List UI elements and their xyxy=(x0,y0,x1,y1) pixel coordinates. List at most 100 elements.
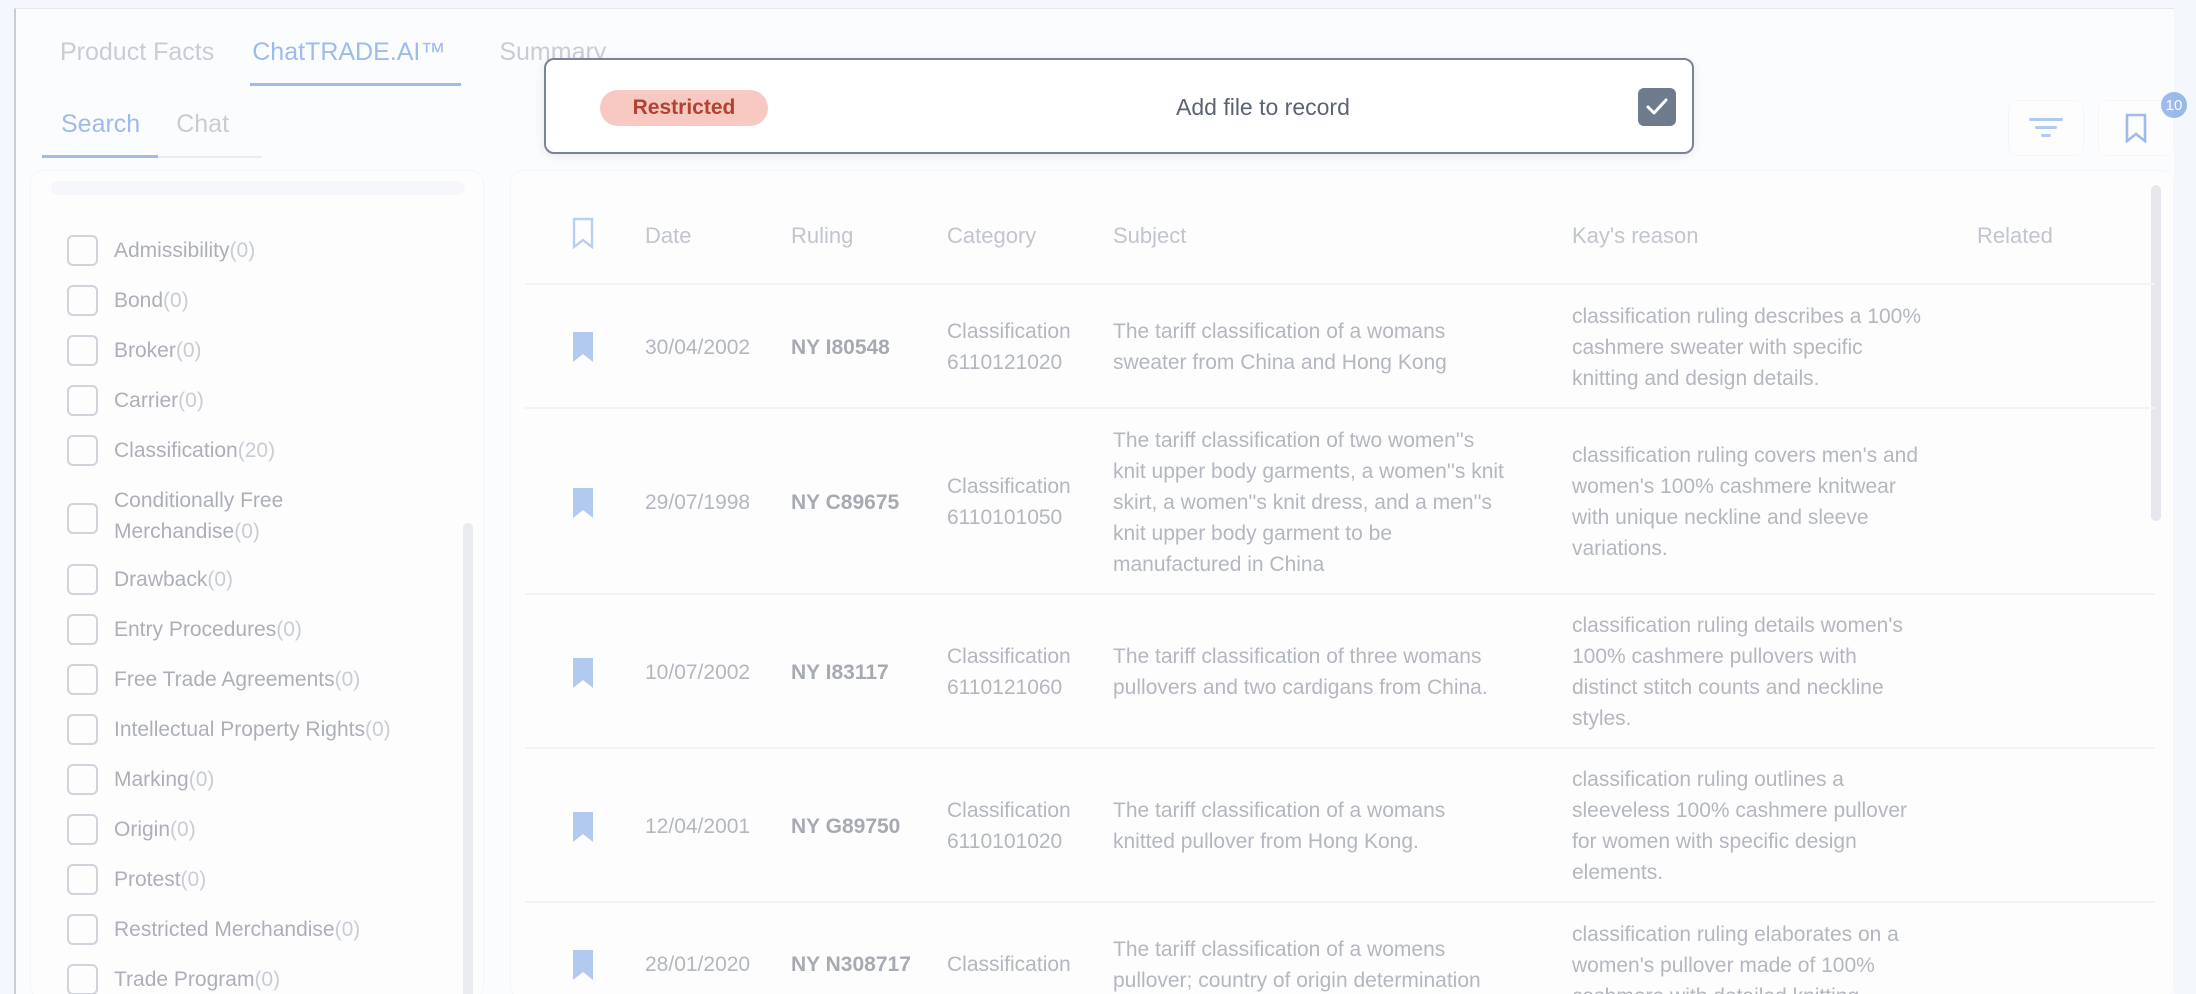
filter-checkbox[interactable] xyxy=(67,764,98,795)
subject-line: pullover; country of origin determinatio… xyxy=(1113,969,1481,992)
filter-item-ip-rights[interactable]: Intellectual Property Rights(0) xyxy=(67,714,457,747)
bookmark-filled-icon[interactable] xyxy=(571,949,595,981)
column-subject[interactable]: Subject xyxy=(1113,223,1186,249)
cell-ruling[interactable]: NY N308717 xyxy=(791,949,911,980)
tab-chattrade-ai[interactable]: ChatTRADE.AI™ xyxy=(250,34,462,86)
reason-line: distinct stitch counts and neckline xyxy=(1572,676,1884,699)
filter-checkbox[interactable] xyxy=(67,864,98,895)
bookmark-filled-icon[interactable] xyxy=(571,657,595,689)
bookmark-outline-icon[interactable] xyxy=(571,217,595,249)
filter-item-drawback[interactable]: Drawback(0) xyxy=(67,564,457,597)
reason-line: women's 100% cashmere knitwear xyxy=(1572,475,1896,498)
table-header: Date Ruling Category Subject Kay's reaso… xyxy=(525,171,2155,285)
column-reason[interactable]: Kay's reason xyxy=(1572,223,1699,249)
restricted-badge: Restricted xyxy=(600,90,768,126)
filter-item-conditionally-free[interactable]: Conditionally Free Merchandise(0) xyxy=(67,485,457,547)
cell-ruling[interactable]: NY I80548 xyxy=(791,332,890,363)
filter-checkbox[interactable] xyxy=(67,503,98,534)
reason-line: classification ruling covers men's and xyxy=(1572,444,1918,467)
filter-count: (0) xyxy=(254,968,281,991)
filter-checkbox[interactable] xyxy=(67,385,98,416)
filter-item-entry-procedures[interactable]: Entry Procedures(0) xyxy=(67,614,457,647)
filter-item-protest[interactable]: Protest(0) xyxy=(67,864,457,897)
subject-line: knit upper body garments, a women''s kni… xyxy=(1113,460,1504,483)
category-name: Classification xyxy=(947,320,1071,343)
cell-subject: The tariff classification of three woman… xyxy=(1113,641,1488,703)
bookmark-filled-icon[interactable] xyxy=(571,331,595,363)
filter-count: (0) xyxy=(163,289,189,312)
filter-item-admissibility[interactable]: Admissibility(0) xyxy=(67,235,457,268)
filter-item-classification[interactable]: Classification(20) xyxy=(67,435,457,468)
category-name: Classification xyxy=(947,475,1071,498)
subject-line: sweater from China and Hong Kong xyxy=(1113,351,1447,374)
filter-scrollbar[interactable] xyxy=(463,523,473,994)
category-code: 6110101020 xyxy=(947,830,1063,853)
cell-ruling[interactable]: NY I83117 xyxy=(791,657,889,688)
tab-product-facts[interactable]: Product Facts xyxy=(60,34,214,86)
table-row[interactable]: 10/07/2002 NY I83117 Classification 61101… xyxy=(525,595,2155,749)
column-ruling[interactable]: Ruling xyxy=(791,223,853,249)
cell-ruling[interactable]: NY C89675 xyxy=(791,487,899,518)
filter-label: Trade Program xyxy=(114,968,255,991)
tab-search[interactable]: Search xyxy=(42,106,159,158)
table-row[interactable]: 28/01/2020 NY N308717 Classification The… xyxy=(525,903,2155,994)
table-row[interactable]: 29/07/1998 NY C89675 Classification 61101… xyxy=(525,409,2155,595)
filter-checkbox[interactable] xyxy=(67,285,98,316)
filter-label: Admissibility xyxy=(114,239,230,262)
cell-date: 12/04/2001 xyxy=(645,815,751,838)
bookmark-filled-icon[interactable] xyxy=(571,487,595,519)
reason-line: classification ruling elaborates on a xyxy=(1572,923,1899,946)
filter-item-bond[interactable]: Bond(0) xyxy=(67,285,457,318)
cell-category: Classification 6110101020 xyxy=(947,795,1071,857)
filter-label: Restricted Merchandise xyxy=(114,918,335,941)
cell-subject: The tariff classification of two women''… xyxy=(1113,425,1504,580)
filter-checkbox[interactable] xyxy=(67,914,98,945)
table-row[interactable]: 12/04/2001 NY G89750 Classification 61101… xyxy=(525,749,2155,903)
filter-count: (0) xyxy=(276,618,302,641)
filter-count: (0) xyxy=(188,768,215,791)
filter-button[interactable] xyxy=(2008,100,2084,156)
filter-label: Free Trade Agreements xyxy=(114,668,335,691)
filter-item-origin[interactable]: Origin(0) xyxy=(67,814,457,847)
cell-ruling[interactable]: NY G89750 xyxy=(791,811,900,842)
subject-line: skirt, a women''s knit dress, and a men'… xyxy=(1113,491,1493,514)
column-related[interactable]: Related xyxy=(1977,223,2053,249)
filter-label: Broker xyxy=(114,339,176,362)
subject-line: knitted pullover from Hong Kong. xyxy=(1113,830,1419,853)
bookmark-filled-icon[interactable] xyxy=(571,811,595,843)
add-file-checkbox[interactable] xyxy=(1638,88,1676,126)
filter-item-restricted-merchandise[interactable]: Restricted Merchandise(0) xyxy=(67,914,457,947)
filter-checkbox[interactable] xyxy=(67,964,98,994)
filter-count: (20) xyxy=(237,439,276,462)
column-date[interactable]: Date xyxy=(645,223,691,249)
filter-item-broker[interactable]: Broker(0) xyxy=(67,335,457,368)
filter-checkbox[interactable] xyxy=(67,564,98,595)
subject-line: pullovers and two cardigans from China. xyxy=(1113,676,1488,699)
filter-item-free-trade[interactable]: Free Trade Agreements(0) xyxy=(67,664,457,697)
filter-checkbox[interactable] xyxy=(67,814,98,845)
filter-item-carrier[interactable]: Carrier(0) xyxy=(67,385,457,418)
filter-checkbox[interactable] xyxy=(67,714,98,745)
bookmark-icon xyxy=(2125,113,2147,143)
tab-chat[interactable]: Chat xyxy=(158,106,247,156)
filter-checkbox[interactable] xyxy=(67,614,98,645)
table-row[interactable]: 30/04/2002 NY I80548 Classification 61101… xyxy=(525,285,2155,409)
reason-line: with unique neckline and sleeve xyxy=(1572,506,1869,529)
filter-checkbox[interactable] xyxy=(67,235,98,266)
filter-checkbox[interactable] xyxy=(67,335,98,366)
cell-reason: classification ruling elaborates on a wom… xyxy=(1572,919,1899,994)
reason-line: for women with specific design xyxy=(1572,830,1857,853)
cell-category: Classification xyxy=(947,949,1071,980)
cell-date: 10/07/2002 xyxy=(645,661,751,684)
subject-line: knit upper body garment to be xyxy=(1113,522,1393,545)
filter-checkbox[interactable] xyxy=(67,664,98,695)
reason-line: cashmere with detailed knitting xyxy=(1572,981,1899,994)
filter-checkbox[interactable] xyxy=(67,435,98,466)
cell-subject: The tariff classification of a womens pul… xyxy=(1113,934,1481,994)
filter-item-marking[interactable]: Marking(0) xyxy=(67,764,457,797)
cell-category: Classification 6110121020 xyxy=(947,316,1071,378)
cell-reason: classification ruling describes a 100% ca… xyxy=(1572,301,1921,394)
category-name: Classification xyxy=(947,799,1071,822)
column-category[interactable]: Category xyxy=(947,223,1036,249)
filter-item-trade-program[interactable]: Trade Program(0) xyxy=(67,964,457,994)
